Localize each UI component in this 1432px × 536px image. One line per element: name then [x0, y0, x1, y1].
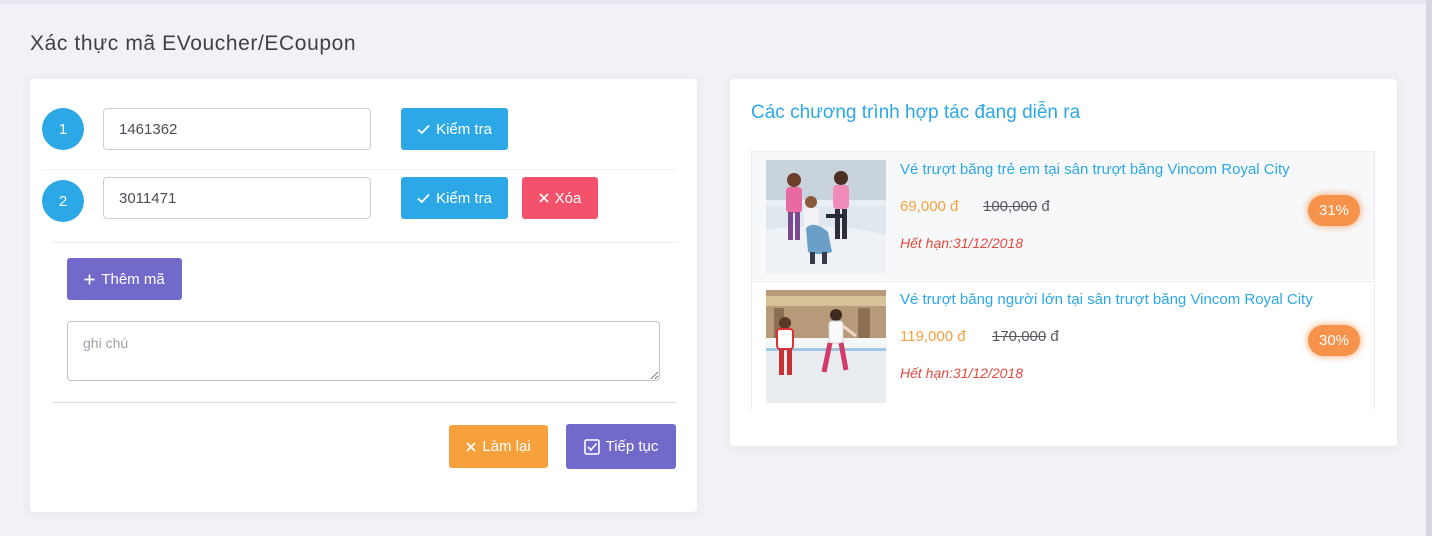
step-number-1: 1 — [42, 108, 84, 150]
checkbox-icon — [583, 438, 600, 455]
promotion-title[interactable]: Vé trượt băng người lớn tại sân trượt bă… — [900, 291, 1313, 308]
reset-button-label: Làm lại — [482, 438, 531, 455]
check-button-label: Kiểm tra — [436, 120, 492, 138]
old-price-currency: đ — [1050, 328, 1059, 345]
check-icon — [417, 193, 430, 203]
promotion-expiry: Hết hạn:31/12/2018 — [900, 365, 1023, 381]
old-price-currency: đ — [1041, 198, 1050, 215]
check-button-label: Kiểm tra — [436, 189, 492, 207]
code-input-2[interactable] — [103, 177, 371, 219]
discount-badge: 30% — [1308, 325, 1360, 356]
check-icon — [417, 124, 430, 134]
divider — [52, 242, 677, 243]
page-title: Xác thực mã EVoucher/ECoupon — [30, 32, 357, 55]
promotion-price: 119,000 đ — [900, 328, 966, 345]
code-row-2: 2 Kiểm tra Xóa — [42, 169, 676, 242]
add-code-button[interactable]: Thêm mã — [67, 258, 182, 300]
old-price-value: 170,000 — [992, 328, 1047, 345]
promotion-item[interactable]: Vé trượt băng người lớn tại sân trượt bă… — [752, 281, 1374, 409]
promotion-old-price: 170,000 đ — [992, 328, 1059, 345]
continue-button-label: Tiếp tục — [605, 438, 659, 455]
reset-button[interactable]: Làm lại — [449, 425, 548, 468]
check-button-2[interactable]: Kiểm tra — [401, 177, 508, 219]
promotion-price: 69,000 đ — [900, 198, 959, 215]
step-number-2: 2 — [42, 180, 84, 222]
adult-ice-skating-photo[interactable] — [766, 290, 886, 403]
discount-badge: 31% — [1308, 195, 1360, 226]
old-price-value: 100,000 — [983, 198, 1038, 215]
promotions-title: Các chương trình hợp tác đang diễn ra — [751, 102, 1081, 123]
add-code-label: Thêm mã — [101, 270, 165, 288]
delete-code-button[interactable]: Xóa — [522, 177, 598, 219]
promotion-expiry: Hết hạn:31/12/2018 — [900, 235, 1023, 251]
promotion-title[interactable]: Vé trượt băng trẻ em tại sân trượt băng … — [900, 161, 1290, 178]
voucher-form-card: 1 Kiểm tra 2 Kiểm tra Xóa Thêm mã Làm lạ… — [30, 79, 697, 512]
top-strip — [0, 0, 1432, 4]
promotions-card: Các chương trình hợp tác đang diễn ra Vé… — [730, 79, 1397, 446]
divider — [52, 402, 677, 403]
continue-button[interactable]: Tiếp tục — [566, 424, 676, 469]
delete-button-label: Xóa — [554, 189, 582, 207]
plus-icon — [84, 274, 95, 284]
check-button-1[interactable]: Kiểm tra — [401, 108, 508, 150]
close-icon — [539, 193, 549, 203]
code-row-1: 1 Kiểm tra — [42, 97, 676, 161]
kids-ice-skating-photo[interactable] — [766, 160, 886, 273]
code-input-1[interactable] — [103, 108, 371, 150]
promotion-list: Vé trượt băng trẻ em tại sân trượt băng … — [751, 151, 1375, 409]
window-edge — [1426, 0, 1432, 536]
note-textarea[interactable] — [67, 321, 660, 381]
close-icon — [466, 441, 476, 452]
promotion-old-price: 100,000 đ — [983, 198, 1050, 215]
promotion-item[interactable]: Vé trượt băng trẻ em tại sân trượt băng … — [752, 152, 1374, 280]
